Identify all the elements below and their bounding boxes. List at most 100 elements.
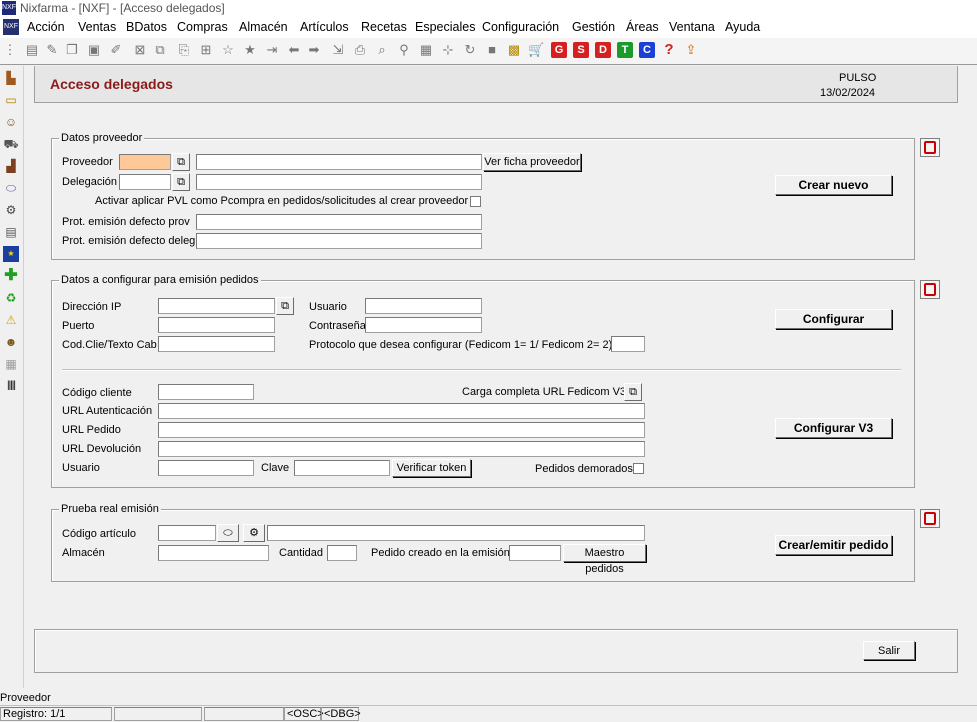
url-devolucion-input[interactable] (158, 441, 645, 457)
s-letter-button[interactable]: S (573, 42, 589, 58)
proveedor-name-input[interactable] (196, 154, 482, 170)
pedido-creado-input[interactable] (509, 545, 561, 561)
expand-proveedor-icon[interactable] (920, 138, 940, 157)
print-icon[interactable]: ⎙ (352, 42, 368, 58)
delegacion-code-input[interactable] (119, 174, 171, 190)
cart-icon[interactable]: ⛟ (3, 136, 19, 152)
codigo-articulo-input[interactable] (158, 525, 216, 541)
boxes-icon[interactable]: ▦ (3, 356, 19, 372)
url-autenticacion-input[interactable] (158, 403, 645, 419)
g-letter-button[interactable]: G (551, 42, 567, 58)
delegacion-name-input[interactable] (196, 174, 482, 190)
edit-icon[interactable]: ✐ (108, 42, 124, 58)
verificar-token-button[interactable]: Verificar token (392, 459, 471, 477)
codclie-input[interactable] (158, 336, 275, 352)
menu-areas[interactable]: Áreas (626, 20, 659, 34)
prot-deleg-input[interactable] (196, 233, 482, 249)
puerto-input[interactable] (158, 317, 275, 333)
menu-configuracion[interactable]: Configuración (482, 20, 559, 34)
menu-articulos[interactable]: Artículos (300, 20, 349, 34)
user-group-icon[interactable]: ☻ (3, 334, 19, 350)
prot-prov-input[interactable] (196, 214, 482, 230)
menu-recetas[interactable]: Recetas (361, 20, 407, 34)
ver-ficha-proveedor-button[interactable]: Ver ficha proveedor (483, 153, 581, 171)
menu-accion[interactable]: Acción (27, 20, 65, 34)
menu-bdatos[interactable]: BDatos (126, 20, 167, 34)
crear-nuevo-button[interactable]: Crear nuevo (775, 175, 892, 195)
notes-icon[interactable]: ▦ (418, 42, 434, 58)
usuario-input[interactable] (365, 298, 482, 314)
contrasena-input[interactable] (365, 317, 482, 333)
help-icon[interactable]: ? (661, 42, 677, 58)
copy-document-icon[interactable]: ❐ (64, 42, 80, 58)
configurar-button[interactable]: Configurar (775, 309, 892, 329)
pedidos-demorados-checkbox[interactable] (633, 463, 644, 474)
protocolo-input[interactable] (611, 336, 645, 352)
crear-emitir-pedido-button[interactable]: Crear/emitir pedido (775, 535, 892, 555)
menu-ventana[interactable]: Ventana (669, 20, 715, 34)
delegacion-lookup-icon[interactable]: ⧉ (172, 173, 190, 191)
pharmacy-icon[interactable]: ▙ (3, 70, 19, 86)
menu-ventas[interactable]: Ventas (78, 20, 116, 34)
tools-icon[interactable]: ⚙ (3, 202, 19, 218)
back-arrow-icon[interactable]: ⬅ (286, 42, 302, 58)
upload-icon[interactable]: ⇪ (683, 42, 699, 58)
favorite-icon[interactable]: ★ (242, 42, 258, 58)
filter-icon[interactable]: ⧉ (152, 42, 168, 58)
d-letter-button[interactable]: D (595, 42, 611, 58)
pill-lookup-icon[interactable]: ⬭ (217, 524, 239, 542)
tools-lookup-icon[interactable]: ⚙ (243, 524, 265, 542)
delete-document-icon[interactable]: ⊠ (132, 42, 148, 58)
salir-button[interactable]: Salir (863, 641, 915, 660)
system-menu-icon[interactable]: NXF (3, 19, 19, 35)
menu-ayuda[interactable]: Ayuda (725, 20, 760, 34)
cantidad-input[interactable] (327, 545, 357, 561)
configurar-v3-button[interactable]: Configurar V3 (775, 418, 892, 438)
carga-completa-icon[interactable]: ⧉ (624, 383, 642, 401)
menu-especiales[interactable]: Especiales (415, 20, 475, 34)
stop-icon[interactable]: ■ (484, 42, 500, 58)
pill-icon[interactable]: ⬭ (3, 180, 19, 196)
menu-almacen[interactable]: Almacén (239, 20, 288, 34)
recycle-icon[interactable]: ♻ (3, 290, 19, 306)
save-icon[interactable]: ▣ (86, 42, 102, 58)
new-document-icon[interactable]: ▤ (24, 42, 40, 58)
usuario-v3-input[interactable] (158, 460, 254, 476)
tree-icon[interactable]: ⊞ (198, 42, 214, 58)
expand-prueba-icon[interactable] (920, 509, 940, 528)
url-pedido-input[interactable] (158, 422, 645, 438)
factory-icon[interactable]: ▟ (3, 158, 19, 174)
direccion-ip-lookup-icon[interactable]: ⧉ (276, 297, 294, 315)
proveedor-lookup-icon[interactable]: ⧉ (172, 153, 190, 171)
import-icon[interactable]: ⇲ (330, 42, 346, 58)
cart-icon[interactable]: 🛒 (528, 42, 544, 58)
eu-flag-icon[interactable]: ★ (3, 246, 19, 262)
edit-document-icon[interactable]: ✎ (44, 42, 60, 58)
search-icon[interactable]: ⌕ (374, 42, 390, 58)
person-icon[interactable]: ☺ (3, 114, 19, 130)
calculator-icon[interactable]: ▩ (506, 42, 522, 58)
direccion-ip-input[interactable] (158, 298, 275, 314)
activar-pvl-checkbox[interactable] (470, 196, 481, 207)
menu-compras[interactable]: Compras (177, 20, 228, 34)
barcode-icon[interactable]: ||||| (3, 378, 19, 394)
menu-gestion[interactable]: Gestión (572, 20, 615, 34)
clave-input[interactable] (294, 460, 390, 476)
maestro-pedidos-button[interactable]: Maestro pedidos (563, 544, 646, 575)
articulo-description-input[interactable] (267, 525, 645, 541)
t-letter-button[interactable]: T (617, 42, 633, 58)
cross-icon[interactable]: ✚ (3, 268, 19, 284)
refresh-icon[interactable]: ↻ (462, 42, 478, 58)
ticket-icon[interactable]: ▭ (3, 92, 19, 108)
merge-icon[interactable]: ⊹ (440, 42, 456, 58)
forward-arrow-icon[interactable]: ➡ (306, 42, 322, 58)
codigo-cliente-input[interactable] (158, 384, 254, 400)
expand-configurar-icon[interactable] (920, 280, 940, 299)
almacen-input[interactable] (158, 545, 269, 561)
register-icon[interactable]: ▤ (3, 224, 19, 240)
favorite-outline-icon[interactable]: ☆ (220, 42, 236, 58)
export-icon[interactable]: ⇥ (264, 42, 280, 58)
duplicate-icon[interactable]: ⎘ (176, 42, 192, 58)
c-letter-button[interactable]: C (639, 42, 655, 58)
proveedor-code-input[interactable] (119, 154, 171, 170)
